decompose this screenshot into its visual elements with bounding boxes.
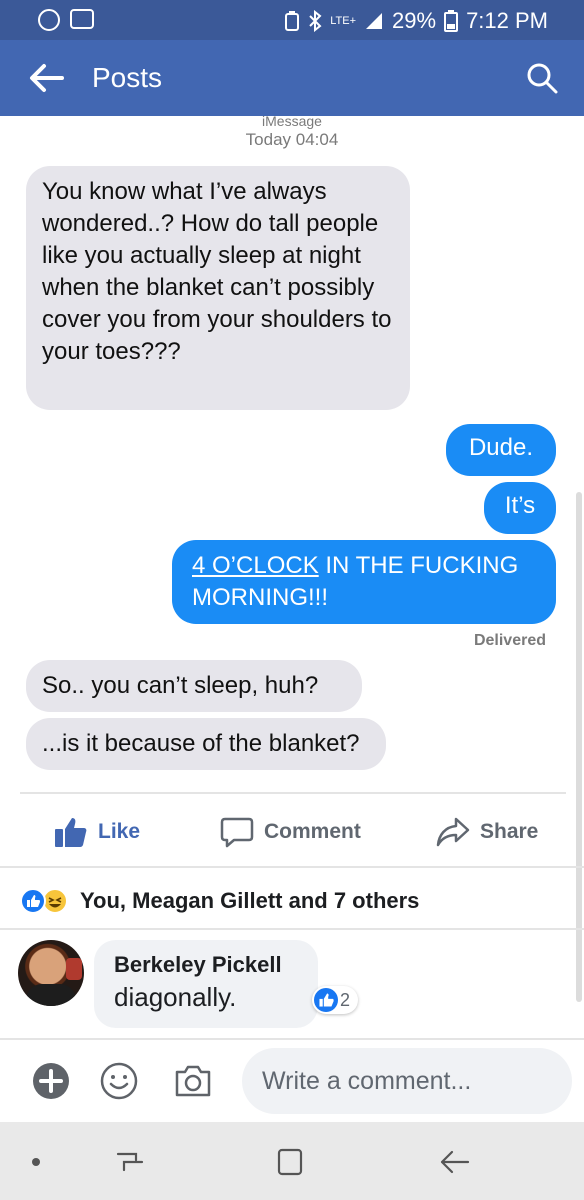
comment-text: diagonally. [114, 982, 237, 1012]
imessage-service: iMessage [262, 113, 322, 129]
comment-button[interactable]: Comment [220, 808, 361, 856]
page-title: Posts [92, 62, 163, 93]
reaction-icons [20, 886, 74, 916]
avatar-detail [66, 958, 82, 980]
imessage-header: iMessage Today 04:04 [0, 113, 584, 150]
message-sent-1: Dude. [446, 424, 556, 476]
message-received-3: ...is it because of the blanket? [26, 718, 386, 770]
home-icon[interactable] [270, 1144, 310, 1180]
back-icon[interactable] [434, 1144, 474, 1180]
avatar[interactable] [18, 940, 84, 1006]
status-bar: LTE+ 29% 7:12 PM [0, 0, 584, 40]
recent-apps-icon[interactable] [110, 1144, 150, 1180]
share-icon [436, 817, 470, 847]
status-right: LTE+ 29% 7:12 PM [284, 8, 548, 34]
avatar-detail [26, 984, 76, 1006]
comment-composer [0, 1038, 584, 1122]
battery-percent: 29% [392, 8, 437, 33]
thumbs-up-icon [55, 818, 87, 847]
divider [0, 928, 584, 930]
comment-label: Comment [264, 820, 361, 843]
post-image[interactable]: iMessage Today 04:04 You know what I’ve … [0, 113, 584, 790]
emoji-icon[interactable] [98, 1060, 140, 1102]
like-label: Like [98, 820, 141, 843]
comment-bubble[interactable]: Berkeley Pickell diagonally. [94, 940, 318, 1028]
comment-reaction-badge[interactable]: 2 [312, 986, 359, 1014]
signal-icon [366, 13, 383, 29]
app-bar: Posts [0, 40, 584, 116]
battery-icon [444, 10, 459, 32]
divider [20, 792, 566, 794]
plus-icon[interactable] [30, 1060, 72, 1102]
comment-author[interactable]: Berkeley Pickell [114, 952, 298, 978]
imessage-date: Today 04:04 [245, 130, 339, 149]
message-sent-3: 4 O’CLOCK IN THE FUCKING MORNING!!! [172, 540, 556, 624]
message-sent-2: It’s [484, 482, 556, 534]
reactions-summary[interactable]: You, Meagan Gillett and 7 others [20, 884, 419, 918]
camera-icon[interactable] [172, 1060, 214, 1102]
comment-input[interactable] [242, 1048, 572, 1114]
comment-reaction-count: 2 [340, 989, 351, 1010]
network-type: LTE+ [330, 15, 357, 27]
like-reaction-icon [20, 888, 46, 914]
clock: 7:12 PM [466, 8, 548, 33]
app-notification-icon [70, 9, 94, 29]
like-button[interactable]: Like [54, 808, 140, 856]
battery-saver-icon [285, 11, 300, 31]
post-actions: Like Comment Share [0, 808, 584, 856]
bluetooth-icon [309, 10, 322, 32]
delivered-status: Delivered [473, 632, 546, 649]
scrollbar[interactable] [576, 492, 582, 1002]
message-link-text: 4 O’CLOCK [192, 552, 319, 579]
do-not-disturb-icon [38, 9, 60, 31]
search-icon[interactable] [526, 62, 558, 94]
message-received-2: So.. you can’t sleep, huh? [26, 660, 362, 712]
comment-icon [220, 817, 254, 848]
like-reaction-icon [314, 988, 338, 1012]
dot-indicator-icon[interactable] [26, 1144, 66, 1180]
message-received-1: You know what I’ve always wondered..? Ho… [26, 166, 410, 410]
share-label: Share [480, 820, 539, 843]
divider [0, 866, 584, 868]
share-button[interactable]: Share [436, 808, 538, 856]
arrow-left-icon[interactable] [26, 60, 66, 96]
system-nav-bar [0, 1122, 584, 1200]
reactions-text: You, Meagan Gillett and 7 others [80, 888, 420, 913]
status-left-icons [38, 9, 94, 31]
